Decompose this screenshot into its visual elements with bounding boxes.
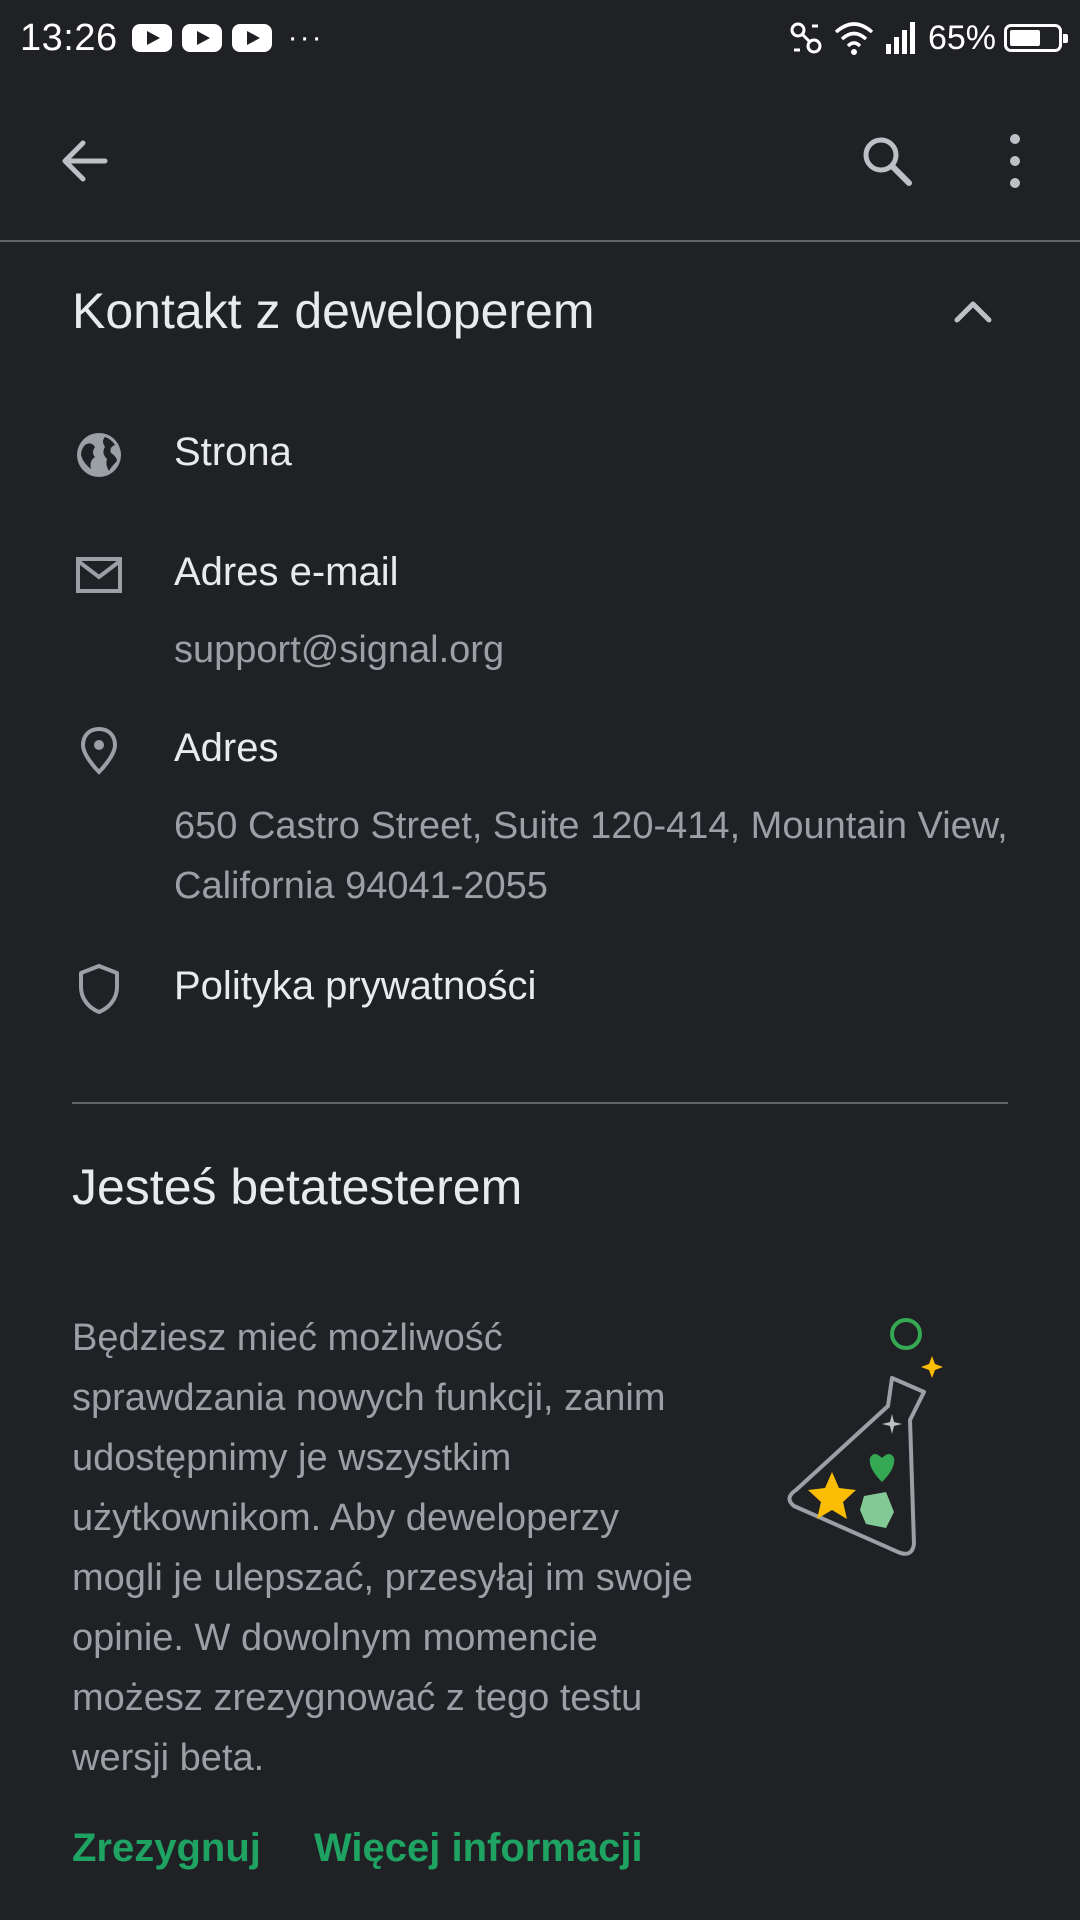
battery-level-fill [1010,30,1040,46]
more-vert-icon [1010,134,1020,188]
app-bar-divider [0,240,1080,242]
search-button[interactable] [852,126,922,196]
youtube-icon [231,24,272,52]
youtube-icon [181,24,222,52]
collapse-section-button[interactable] [946,284,1000,338]
privacy-policy-label: Polityka prywatności [174,964,537,1008]
beta-title: Jesteś betatesterem [72,1159,523,1215]
more-notifications-icon: ··· [287,21,324,54]
search-icon [863,137,912,186]
leave-beta-link[interactable]: Zrezygnuj [72,1826,261,1871]
chevron-up-icon [954,301,992,323]
developer-website-row[interactable]: Strona [72,424,1012,488]
developer-website-label: Strona [174,430,292,474]
developer-contact-title: Kontakt z deweloperem [72,283,595,339]
mail-icon [72,548,126,602]
developer-email-label: Adres e-mail [174,550,399,594]
signal-icon [885,22,915,54]
developer-address-row[interactable]: Adres 650 Castro Street, Suite 120-414, … [72,720,1012,910]
back-button[interactable] [50,126,120,196]
developer-address-value: 650 Castro Street, Suite 120-414, Mounta… [174,805,1008,907]
globe-icon [72,428,126,482]
beta-description: Będziesz mieć możliwość sprawdzania nowy… [72,1317,693,1779]
app-bar [0,76,1080,240]
more-info-link[interactable]: Więcej informacji [314,1826,643,1871]
shield-icon [72,962,126,1016]
status-bar: 13:26 ··· 65% [0,0,1080,76]
beta-flask-illustration [787,1318,943,1556]
arrow-back-icon [62,140,108,182]
privacy-policy-row[interactable]: Polityka prywatności [72,958,1012,1022]
section-divider [72,1102,1008,1104]
developer-address-label: Adres [174,726,279,770]
youtube-icon [131,24,172,52]
location-pin-icon [72,724,126,778]
clock: 13:26 [20,16,118,59]
more-options-button[interactable] [980,126,1050,196]
status-bar-right: 65% [778,18,1068,58]
status-bar-left: 13:26 ··· [20,17,324,60]
wifi-icon [834,22,874,55]
battery-icon [1004,24,1068,52]
link-icon [790,22,822,54]
developer-email-row[interactable]: Adres e-mail support@signal.org [72,544,1012,674]
battery-percent: 65% [927,18,996,57]
developer-email-value: support@signal.org [174,629,505,671]
